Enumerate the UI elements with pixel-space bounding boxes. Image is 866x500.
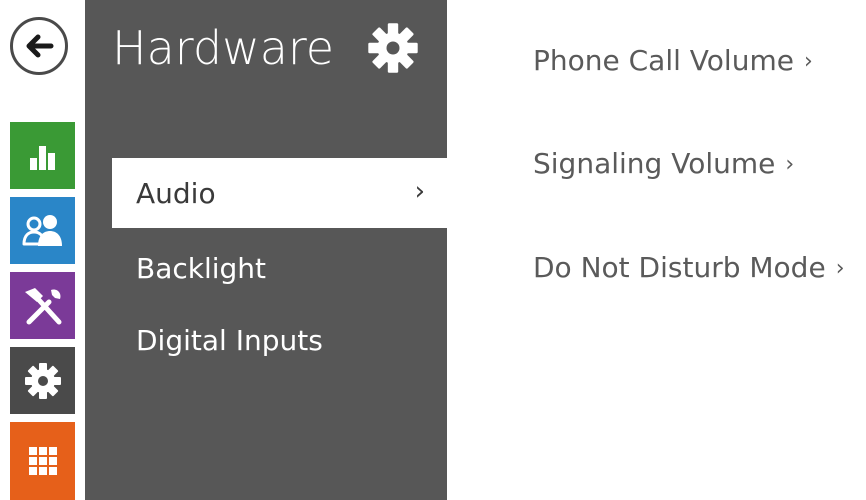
- signaling-volume-link[interactable]: Signaling Volume ›: [533, 146, 794, 185]
- chevron-right-icon: ›: [414, 176, 425, 207]
- link-label: Do Not Disturb Mode: [533, 251, 826, 284]
- nav-status-tile[interactable]: [10, 122, 75, 189]
- hardware-menu-panel: Hardware Audio › Backlight Digital Input…: [85, 0, 447, 500]
- menu-item-digital-inputs[interactable]: Digital Inputs: [112, 305, 447, 375]
- nav-hardware-tile[interactable]: [10, 347, 75, 414]
- nav-system-tile[interactable]: [10, 422, 75, 500]
- gear-icon: [367, 22, 419, 74]
- phone-call-volume-link[interactable]: Phone Call Volume ›: [533, 43, 813, 82]
- link-label: Phone Call Volume: [533, 44, 794, 77]
- menu-item-label: Audio: [136, 176, 216, 210]
- grid-icon: [28, 447, 57, 475]
- bar-chart-icon: [29, 145, 55, 170]
- panel-title: Hardware: [112, 21, 335, 75]
- gear-icon: [24, 362, 61, 399]
- do-not-disturb-mode-link[interactable]: Do Not Disturb Mode ›: [533, 250, 845, 289]
- chevron-right-icon: ›: [803, 49, 813, 74]
- chevron-right-icon: ›: [835, 256, 845, 281]
- nav-directory-tile[interactable]: [10, 197, 75, 264]
- nav-services-tile[interactable]: [10, 272, 75, 339]
- users-icon: [22, 214, 62, 246]
- menu-item-backlight[interactable]: Backlight: [112, 233, 447, 303]
- menu-item-label: Digital Inputs: [136, 323, 323, 357]
- back-button[interactable]: [10, 17, 68, 75]
- tools-icon: [24, 287, 61, 324]
- app-root: Hardware Audio › Backlight Digital Input…: [0, 0, 866, 500]
- menu-item-label: Backlight: [136, 251, 267, 285]
- arrow-left-icon: [26, 34, 54, 58]
- menu-item-audio[interactable]: Audio ›: [112, 158, 447, 228]
- icon-rail: [0, 0, 85, 500]
- chevron-right-icon: ›: [785, 152, 795, 177]
- link-label: Signaling Volume: [533, 147, 776, 180]
